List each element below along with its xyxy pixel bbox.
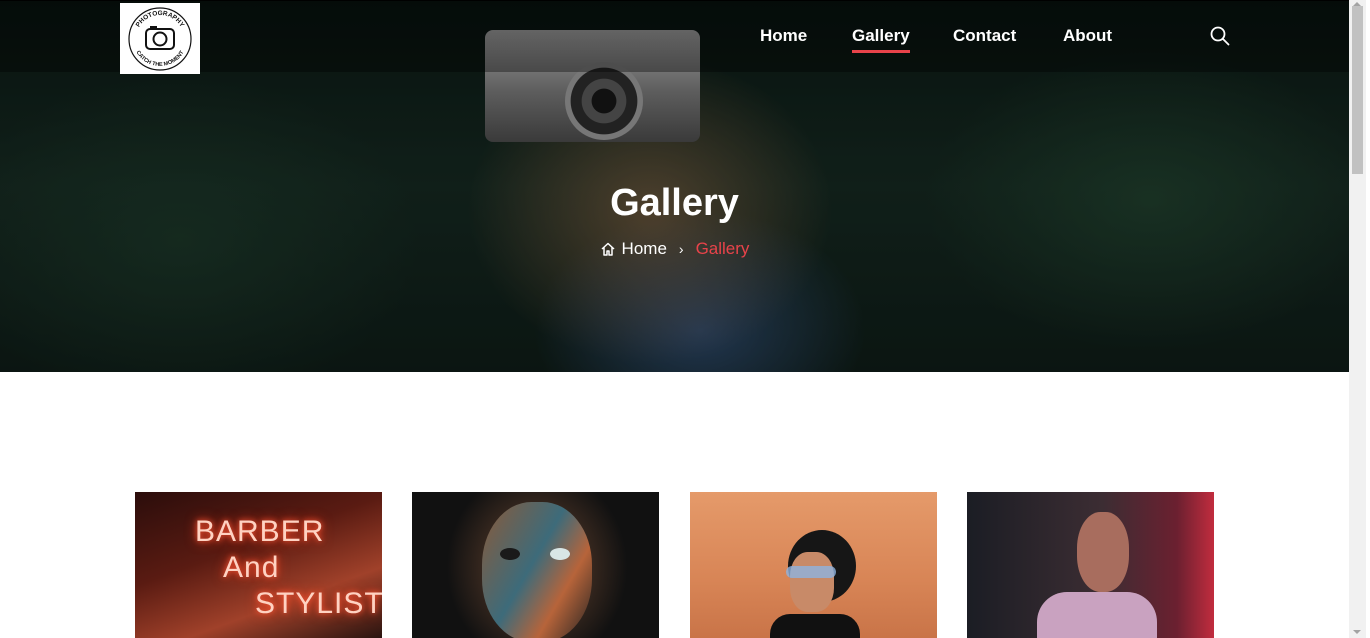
logo-bottom-text: CATCH THE MOMENT <box>135 49 186 68</box>
site-logo[interactable]: PHOTOGRAPHY CATCH THE MOMENT <box>120 3 200 74</box>
gallery-item-painted-face[interactable] <box>412 492 659 638</box>
breadcrumb-current: Gallery <box>695 239 750 258</box>
neon-line-1: BARBER <box>195 515 325 548</box>
shirt-shape <box>1037 592 1157 638</box>
nav-about-link[interactable]: About <box>1063 26 1112 46</box>
nav-home-link[interactable]: Home <box>760 26 807 46</box>
scroll-down-arrow-icon[interactable] <box>1353 630 1361 634</box>
eye-shape <box>500 548 520 560</box>
hero-banner: PHOTOGRAPHY CATCH THE MOMENT Home Galler… <box>0 0 1349 372</box>
face-shape <box>790 552 834 612</box>
gallery-item-barber[interactable]: BARBER And STYLIST <box>135 492 382 638</box>
nav-contact-link[interactable]: Contact <box>953 26 1016 46</box>
breadcrumb-home-link[interactable]: Home <box>622 239 667 259</box>
shirt-shape <box>770 614 860 638</box>
breadcrumb-separator: › <box>678 241 684 257</box>
face-shape <box>1077 512 1129 592</box>
navbar: PHOTOGRAPHY CATCH THE MOMENT Home Galler… <box>0 0 1349 74</box>
gallery-item-hat-man[interactable] <box>690 492 937 638</box>
search-button[interactable] <box>1209 25 1231 47</box>
eye-shape <box>550 548 570 560</box>
scrollbar-thumb[interactable] <box>1352 6 1363 174</box>
page-scrollbar[interactable] <box>1349 0 1366 638</box>
hero-camera-lens <box>565 62 643 140</box>
neon-line-3: STYLIST <box>255 587 382 620</box>
gallery-item-neon-window[interactable] <box>967 492 1214 638</box>
neon-sign: BARBER And STYLIST <box>195 514 382 622</box>
search-icon <box>1210 26 1230 46</box>
breadcrumb: Home › Gallery <box>0 239 1349 259</box>
home-icon[interactable] <box>600 241 616 257</box>
painted-face-image <box>482 502 592 638</box>
sunglasses-shape <box>786 566 836 578</box>
svg-text:CATCH THE MOMENT: CATCH THE MOMENT <box>135 49 186 68</box>
logo-camera-icon: PHOTOGRAPHY CATCH THE MOMENT <box>128 6 192 71</box>
neon-line-2: And <box>223 551 280 584</box>
nav-gallery-link[interactable]: Gallery <box>852 26 910 53</box>
page-title: Gallery <box>610 182 739 224</box>
